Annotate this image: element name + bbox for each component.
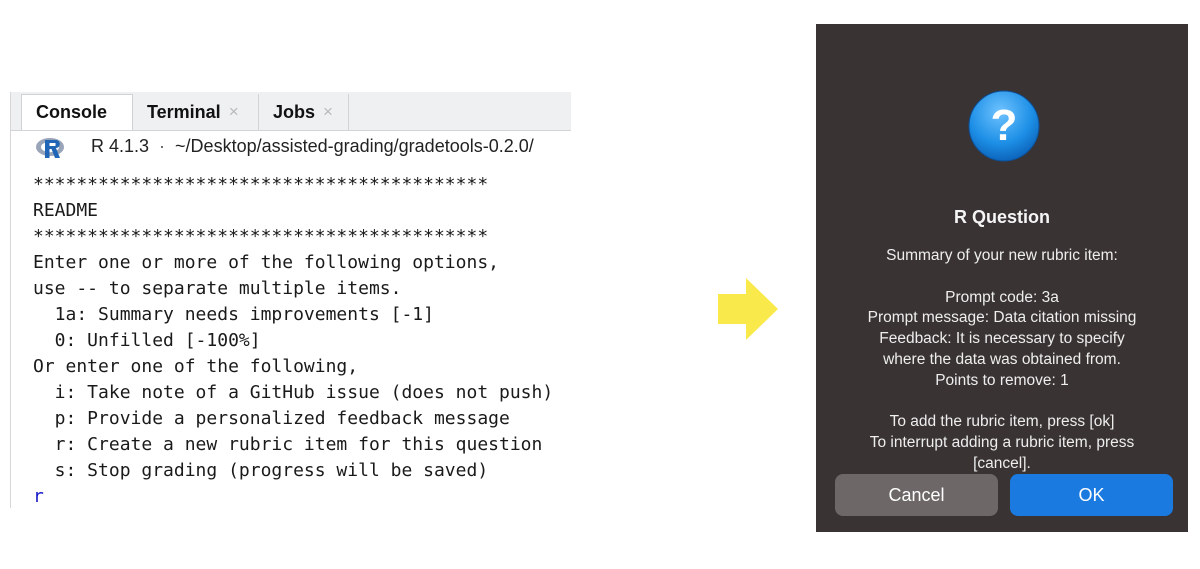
dialog-line: where the data was obtained from. xyxy=(883,350,1121,368)
tab-jobs[interactable]: Jobs × xyxy=(259,94,349,130)
dialog-line: Summary of your new rubric item: xyxy=(886,247,1118,264)
tab-jobs-label: Jobs xyxy=(273,101,316,122)
rstudio-console-panel: Console Terminal × Jobs × R 4.1.3 · ~/Desk… xyxy=(10,92,571,508)
console-line: Or enter one of the following, xyxy=(33,356,359,377)
console-line: 0: Unfilled [-100%] xyxy=(33,330,261,351)
dialog-message: Summary of your new rubric item: Prompt … xyxy=(832,246,1172,475)
tab-console-label: Console xyxy=(36,102,108,122)
tab-terminal-label: Terminal xyxy=(147,101,221,122)
console-line: 1a: Summary needs improvements [-1] xyxy=(33,304,434,325)
tab-terminal[interactable]: Terminal × xyxy=(133,94,259,130)
dialog-line: Feedback: It is necessary to specify xyxy=(879,330,1125,348)
dialog-line: To add the rubric item, press [ok] xyxy=(889,413,1115,431)
console-prompt-input[interactable]: r xyxy=(33,484,571,508)
r-question-dialog: ? R Question Summary of your new rubric … xyxy=(816,24,1188,532)
tab-console[interactable]: Console xyxy=(21,94,133,130)
dialog-line: To interrupt adding a rubric item, press xyxy=(869,434,1135,452)
console-line: r: Create a new rubric item for this que… xyxy=(33,434,543,455)
dialog-title: R Question xyxy=(953,207,1050,227)
console-line: s: Stop grading (progress will be saved) xyxy=(33,460,489,481)
console-line: Enter one or more of the following optio… xyxy=(33,252,499,273)
dialog-line xyxy=(832,392,1172,413)
right-arrow-icon xyxy=(718,278,778,340)
close-icon[interactable]: × xyxy=(229,102,239,122)
console-line: use -- to separate multiple items. xyxy=(33,278,402,299)
path-separator: · xyxy=(159,136,166,156)
dialog-line xyxy=(832,267,1172,288)
r-version-label: R 4.1.3 xyxy=(91,136,150,156)
dialog-line: Prompt code: 3a xyxy=(945,288,1059,306)
console-output[interactable]: ****************************************… xyxy=(33,172,571,508)
working-directory-path: R 4.1.3 · ~/Desktop/assisted-grading/grade… xyxy=(91,136,534,157)
console-tab-bar: Console Terminal × Jobs × xyxy=(11,92,571,131)
question-mark-icon: ? xyxy=(968,90,1040,162)
question-glyph: ? xyxy=(991,101,1018,150)
console-line: p: Provide a personalized feedback messa… xyxy=(33,408,510,429)
dialog-line: [cancel]. xyxy=(973,454,1031,472)
console-line: i: Take note of a GitHub issue (does not… xyxy=(33,382,554,403)
path-label: ~/Desktop/assisted-grading/gradetools-0.… xyxy=(175,136,534,156)
close-icon[interactable]: × xyxy=(323,102,333,122)
console-line: ****************************************… xyxy=(33,174,489,195)
r-logo-icon xyxy=(36,138,64,158)
cancel-button[interactable]: Cancel xyxy=(835,474,998,516)
console-line: ****************************************… xyxy=(33,226,489,247)
ok-button[interactable]: OK xyxy=(1010,474,1173,516)
dialog-line: Prompt message: Data citation missing xyxy=(867,309,1137,327)
dialog-line: Points to remove: 1 xyxy=(935,371,1069,389)
console-line: README xyxy=(33,200,99,221)
